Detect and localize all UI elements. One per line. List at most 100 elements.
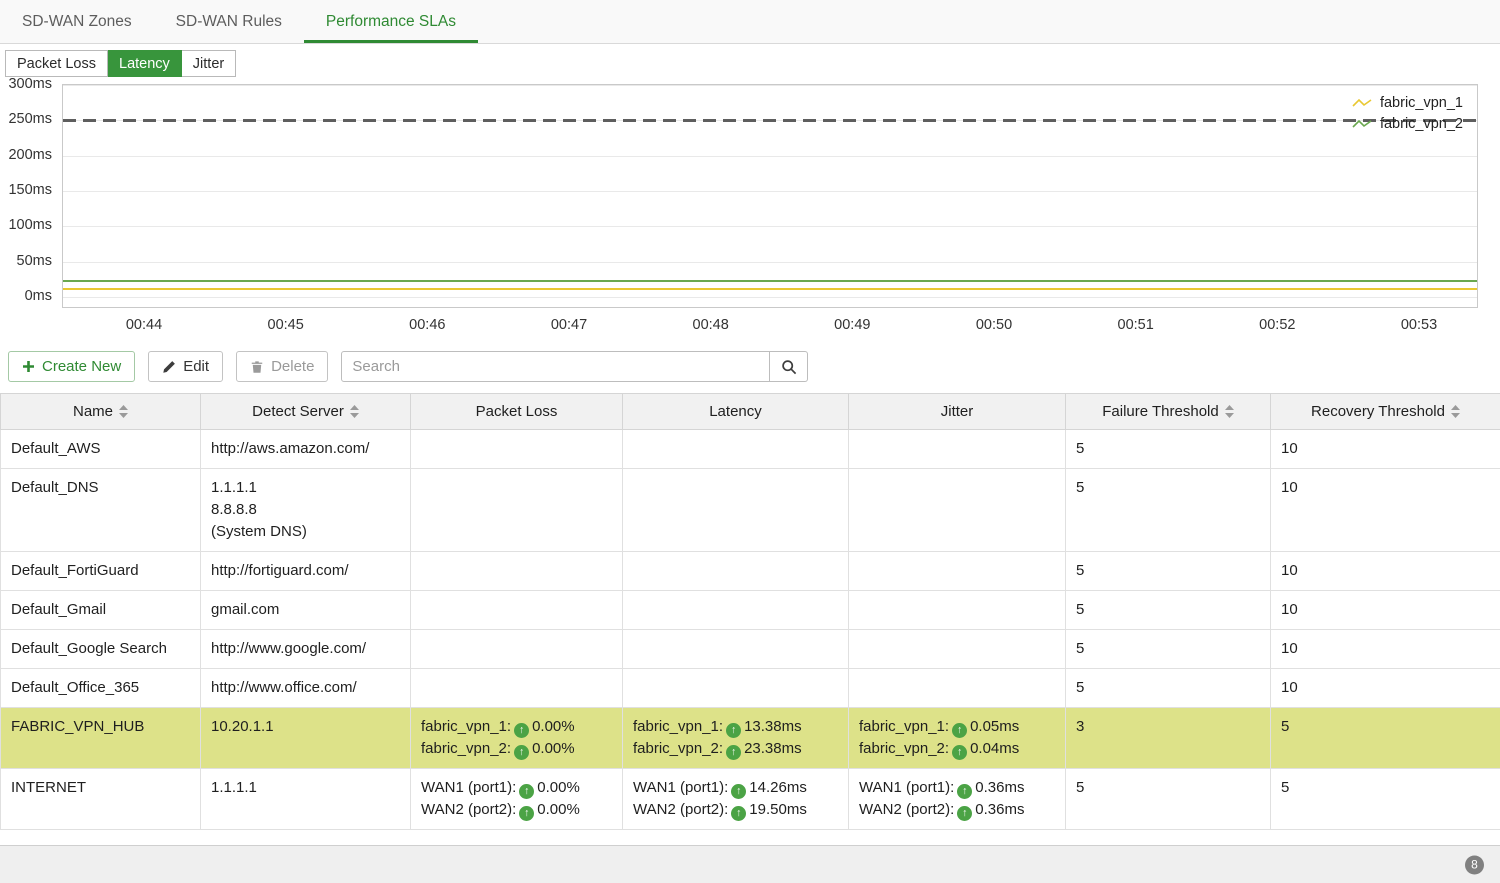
- x-tick-label: 00:50: [976, 317, 1012, 333]
- up-status-icon: ↑: [519, 806, 534, 821]
- y-tick-label: 300ms: [8, 76, 52, 92]
- cell-name: Default_DNS: [1, 469, 201, 552]
- gridline: [63, 297, 1477, 298]
- legend-line-icon: [1352, 118, 1372, 130]
- up-status-icon: ↑: [952, 723, 967, 738]
- metric-line: fabric_vpn_2:↑0.04ms: [859, 738, 1055, 760]
- delete-button[interactable]: Delete: [236, 351, 328, 382]
- x-tick-label: 00:53: [1401, 317, 1437, 333]
- cell-name: Default_AWS: [1, 430, 201, 469]
- y-tick-label: 0ms: [25, 288, 52, 304]
- server-address: (System DNS): [211, 521, 400, 543]
- table-row-default-aws[interactable]: Default_AWShttp://aws.amazon.com/510: [1, 430, 1500, 469]
- legend-item-fabric-vpn-1[interactable]: fabric_vpn_1: [1352, 95, 1463, 111]
- table-header: NameDetect ServerPacket LossLatencyJitte…: [1, 394, 1500, 430]
- toggle-packet-loss[interactable]: Packet Loss: [5, 50, 108, 77]
- status-bar: 8: [0, 845, 1500, 883]
- interface-label: WAN2 (port2):: [633, 801, 728, 818]
- cell-name: Default_Google Search: [1, 630, 201, 669]
- up-status-icon: ↑: [731, 784, 746, 799]
- cell-latency: [623, 430, 849, 469]
- table-row-default-gmail[interactable]: Default_Gmailgmail.com510: [1, 591, 1500, 630]
- up-status-icon: ↑: [726, 723, 741, 738]
- column-header-name[interactable]: Name: [1, 394, 201, 430]
- toggle-jitter[interactable]: Jitter: [182, 50, 236, 77]
- tab-sdwan-zones[interactable]: SD-WAN Zones: [0, 0, 154, 43]
- sla-threshold-line: [63, 119, 1477, 122]
- table-row-default-google-search[interactable]: Default_Google Searchhttp://www.google.c…: [1, 630, 1500, 669]
- cell-name: Default_Gmail: [1, 591, 201, 630]
- cell-packet-loss: [411, 552, 623, 591]
- cell-recovery-threshold: 10: [1271, 430, 1500, 469]
- column-header-latency: Latency: [623, 394, 849, 430]
- table-row-fabric-vpn-hub[interactable]: FABRIC_VPN_HUB10.20.1.1fabric_vpn_1:↑0.0…: [1, 708, 1500, 769]
- legend-item-fabric-vpn-2[interactable]: fabric_vpn_2: [1352, 116, 1463, 132]
- cell-latency: [623, 469, 849, 552]
- cell-recovery-threshold: 10: [1271, 630, 1500, 669]
- column-header-packet-loss: Packet Loss: [411, 394, 623, 430]
- metric-value: 0.04ms: [970, 740, 1019, 757]
- cell-detect-server: 10.20.1.1: [201, 708, 411, 769]
- metric-line: WAN1 (port1):↑0.00%: [421, 777, 612, 799]
- table-row-default-fortiguard[interactable]: Default_FortiGuardhttp://fortiguard.com/…: [1, 552, 1500, 591]
- x-tick-label: 00:44: [126, 317, 162, 333]
- column-header-failure-threshold[interactable]: Failure Threshold: [1066, 394, 1271, 430]
- top-tab-bar: SD-WAN Zones SD-WAN Rules Performance SL…: [0, 0, 1500, 44]
- plus-icon: [22, 360, 35, 373]
- interface-label: WAN1 (port1):: [421, 779, 516, 796]
- cell-recovery-threshold: 10: [1271, 669, 1500, 708]
- interface-label: WAN1 (port1):: [633, 779, 728, 796]
- metric-value: 13.38ms: [744, 718, 802, 735]
- cell-name: INTERNET: [1, 769, 201, 830]
- sla-table-body: Default_AWShttp://aws.amazon.com/510Defa…: [1, 430, 1500, 830]
- cell-name: Default_FortiGuard: [1, 552, 201, 591]
- up-status-icon: ↑: [726, 745, 741, 760]
- cell-jitter: WAN1 (port1):↑0.36msWAN2 (port2):↑0.36ms: [849, 769, 1066, 830]
- table-row-default-dns[interactable]: Default_DNS1.1.1.18.8.8.8(System DNS)510: [1, 469, 1500, 552]
- x-tick-label: 00:52: [1259, 317, 1295, 333]
- up-status-icon: ↑: [957, 784, 972, 799]
- x-tick-label: 00:48: [693, 317, 729, 333]
- pencil-icon: [162, 360, 176, 374]
- cell-packet-loss: [411, 669, 623, 708]
- search-button[interactable]: [770, 351, 808, 382]
- cell-packet-loss: WAN1 (port1):↑0.00%WAN2 (port2):↑0.00%: [411, 769, 623, 830]
- metric-line: fabric_vpn_2:↑0.00%: [421, 738, 612, 760]
- interface-label: fabric_vpn_2:: [859, 740, 949, 757]
- sort-icon: [119, 405, 128, 418]
- cell-detect-server: http://www.office.com/: [201, 669, 411, 708]
- x-tick-label: 00:51: [1118, 317, 1154, 333]
- metric-line: fabric_vpn_1:↑0.05ms: [859, 716, 1055, 738]
- cell-latency: [623, 591, 849, 630]
- column-header-label: Detect Server: [252, 403, 344, 420]
- create-new-button[interactable]: Create New: [8, 351, 135, 382]
- toggle-latency[interactable]: Latency: [108, 50, 182, 77]
- x-tick-label: 00:49: [834, 317, 870, 333]
- interface-label: fabric_vpn_1:: [421, 718, 511, 735]
- table-row-default-office-365[interactable]: Default_Office_365http://www.office.com/…: [1, 669, 1500, 708]
- tab-performance-slas[interactable]: Performance SLAs: [304, 0, 478, 43]
- interface-label: WAN2 (port2):: [421, 801, 516, 818]
- create-new-label: Create New: [42, 358, 121, 375]
- table-row-internet[interactable]: INTERNET1.1.1.1WAN1 (port1):↑0.00%WAN2 (…: [1, 769, 1500, 830]
- server-address: http://www.office.com/: [211, 677, 400, 699]
- column-header-detect-server[interactable]: Detect Server: [201, 394, 411, 430]
- metric-value: 23.38ms: [744, 740, 802, 757]
- y-tick-label: 100ms: [8, 217, 52, 233]
- edit-button[interactable]: Edit: [148, 351, 223, 382]
- column-header-recovery-threshold[interactable]: Recovery Threshold: [1271, 394, 1500, 430]
- cell-jitter: [849, 552, 1066, 591]
- search-group: [341, 351, 808, 382]
- metric-line: WAN1 (port1):↑0.36ms: [859, 777, 1055, 799]
- column-header-label: Failure Threshold: [1102, 403, 1218, 420]
- metric-value: 0.36ms: [975, 779, 1024, 796]
- server-address: gmail.com: [211, 599, 400, 621]
- cell-packet-loss: [411, 430, 623, 469]
- cell-jitter: fabric_vpn_1:↑0.05msfabric_vpn_2:↑0.04ms: [849, 708, 1066, 769]
- interface-label: WAN1 (port1):: [859, 779, 954, 796]
- search-input[interactable]: [341, 351, 770, 382]
- tab-sdwan-rules[interactable]: SD-WAN Rules: [154, 0, 304, 43]
- metric-value: 14.26ms: [749, 779, 807, 796]
- sdwan-performance-sla-page: SD-WAN Zones SD-WAN Rules Performance SL…: [0, 0, 1500, 883]
- gridline: [63, 156, 1477, 157]
